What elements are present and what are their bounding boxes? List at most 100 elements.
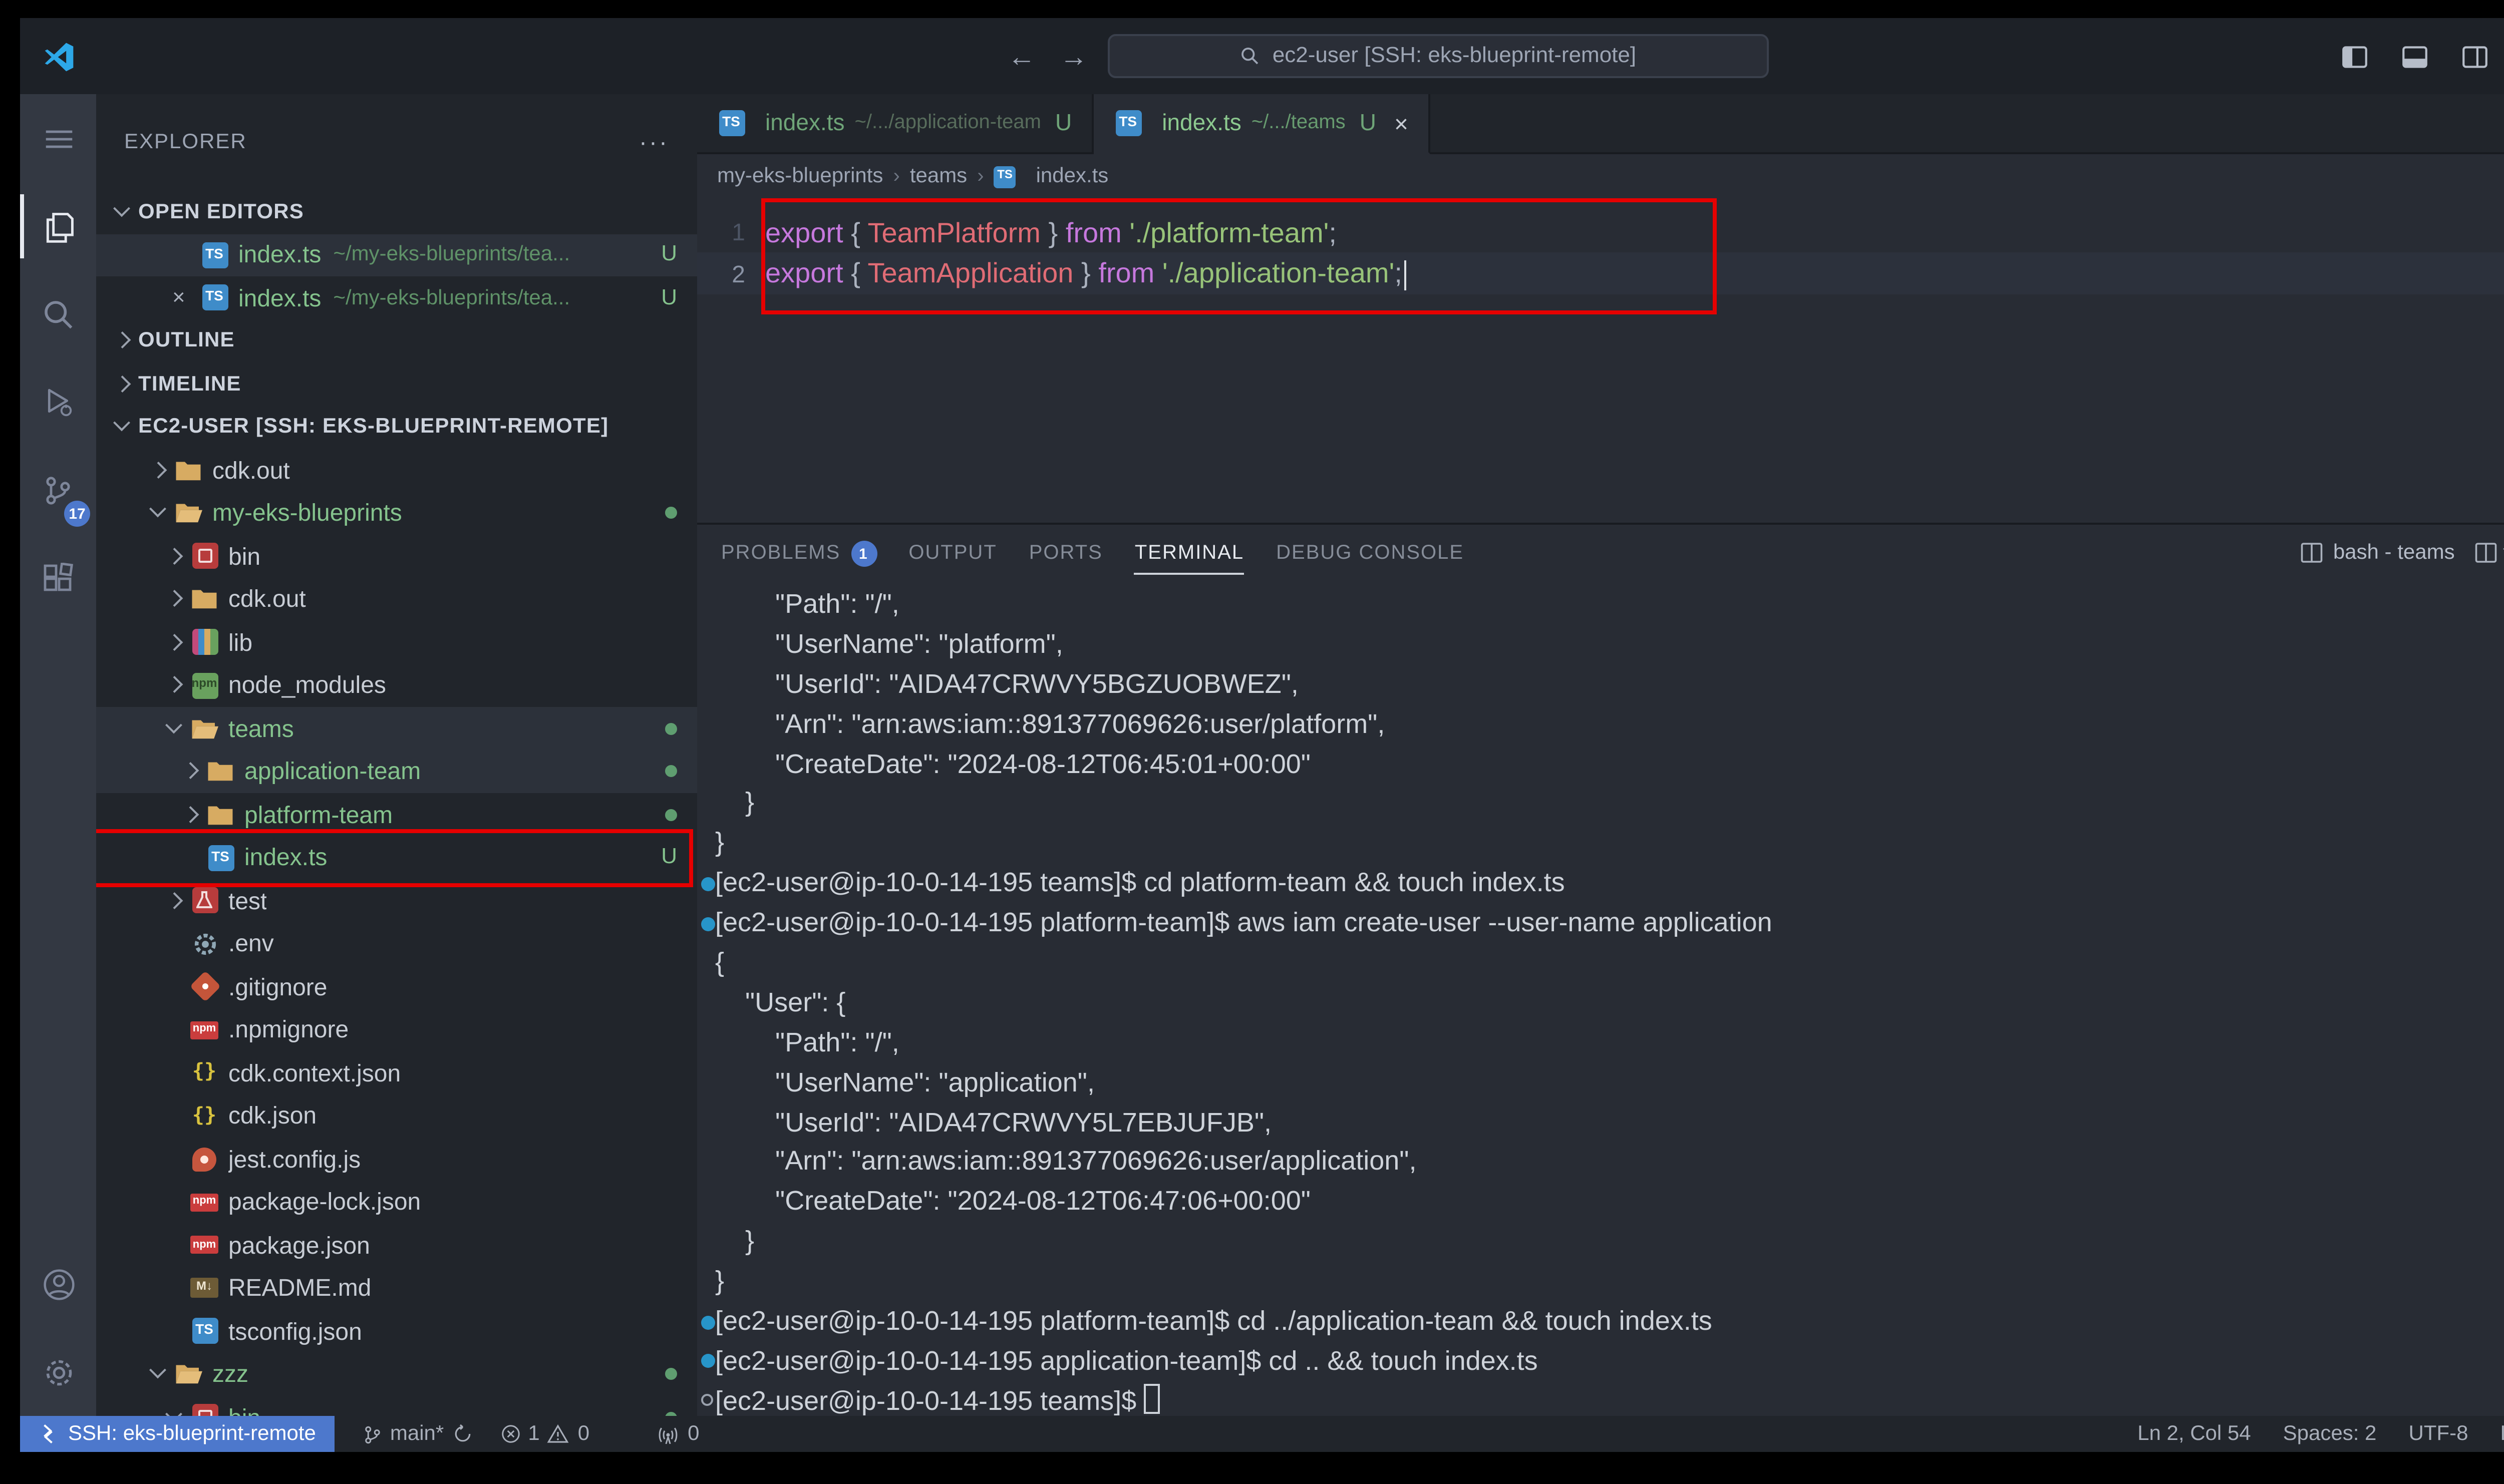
tree-item-tsconfig[interactable]: TStsconfig.json — [96, 1310, 697, 1353]
tree-item-jest-config[interactable]: jest.config.js — [96, 1138, 697, 1181]
problems-indicator[interactable]: 1 0 — [500, 1422, 589, 1446]
split-terminal-icon[interactable] — [2475, 541, 2504, 565]
branch-indicator[interactable]: main* — [362, 1422, 472, 1446]
command-success-decoration — [700, 1355, 714, 1369]
folder-icon — [206, 801, 234, 829]
tab-ports[interactable]: PORTS — [1029, 525, 1103, 581]
open-editor-item[interactable]: × TS index.ts ~/my-eks-blueprints/tea...… — [96, 276, 697, 319]
tree-item-cdk-out[interactable]: cdk.out — [96, 449, 697, 492]
section-timeline[interactable]: TIMELINE — [96, 362, 697, 406]
section-workspace[interactable]: EC2-USER [SSH: EKS-BLUEPRINT-REMOTE] — [96, 406, 697, 449]
typescript-file-icon: TS — [1114, 109, 1142, 137]
tree-item-application-team[interactable]: application-team — [96, 750, 697, 793]
tree-item-platform-team[interactable]: platform-team — [96, 793, 697, 836]
toggle-secondary-sidebar-icon[interactable] — [2444, 18, 2504, 94]
terminal-output[interactable]: "Path": "/", "UserName": "platform", "Us… — [697, 581, 2504, 1416]
modified-dot — [665, 1368, 677, 1380]
command-center-search[interactable]: ec2-user [SSH: eks-blueprint-remote] — [1108, 34, 1769, 78]
tab-index-ts-application-team[interactable]: TS index.ts ~/.../application-team U — [697, 94, 1094, 152]
typescript-file-icon: TS — [200, 241, 228, 269]
source-control-icon[interactable]: 17 — [20, 447, 96, 535]
breadcrumb-item[interactable]: teams — [910, 164, 967, 188]
tree-item-package-json[interactable]: npmpackage.json — [96, 1224, 697, 1267]
nav-forward-icon[interactable]: → — [1060, 40, 1088, 72]
sync-icon — [452, 1424, 472, 1444]
warning-icon — [548, 1424, 570, 1444]
open-editor-item[interactable]: TS index.ts ~/my-eks-blueprints/tea... U — [96, 233, 697, 276]
explorer-more-actions-icon[interactable]: ··· — [639, 128, 669, 156]
tree-item-env[interactable]: .env — [96, 922, 697, 965]
breadcrumb-separator-icon: › — [977, 165, 984, 187]
tree-item-gitignore[interactable]: .gitignore — [96, 965, 697, 1008]
tree-item-cdk-json[interactable]: {}cdk.json — [96, 1094, 697, 1138]
modified-dot — [665, 809, 677, 821]
toggle-panel-icon[interactable] — [2384, 18, 2444, 94]
problems-badge: 1 — [850, 540, 876, 566]
tab-debug-console[interactable]: DEBUG CONSOLE — [1276, 525, 1464, 581]
tree-item-lib[interactable]: lib — [96, 621, 697, 664]
json-file-icon: {} — [190, 1059, 218, 1087]
tree-item-my-eks-blueprints[interactable]: my-eks-blueprints — [96, 492, 697, 535]
encoding[interactable]: UTF-8 — [2408, 1422, 2468, 1446]
tab-problems[interactable]: PROBLEMS1 — [721, 525, 876, 581]
editor-tab-bar: TS index.ts ~/.../application-team U TS … — [697, 94, 2504, 154]
folder-open-icon — [174, 499, 202, 527]
folder-icon — [190, 585, 218, 613]
tree-item-readme[interactable]: M↓README.md — [96, 1267, 697, 1310]
extensions-icon[interactable] — [20, 535, 96, 623]
explorer-icon[interactable] — [20, 182, 96, 270]
section-outline[interactable]: OUTLINE — [96, 319, 697, 362]
close-icon[interactable]: × — [172, 286, 185, 310]
npm-file-icon: npm — [190, 1016, 218, 1044]
section-open-editors[interactable]: OPEN EDITORS — [96, 190, 697, 233]
ports-indicator[interactable]: 0 — [658, 1422, 699, 1446]
tree-item-zzz[interactable]: zzz — [96, 1353, 697, 1396]
tab-output[interactable]: OUTPUT — [908, 525, 997, 581]
folder-icon — [174, 456, 202, 484]
tree-item-index-ts[interactable]: TS index.ts U — [96, 836, 697, 879]
menu-icon[interactable] — [20, 94, 96, 182]
jest-file-icon — [190, 1145, 218, 1173]
remote-indicator[interactable]: SSH: eks-blueprint-remote — [20, 1416, 334, 1452]
tab-index-ts-teams[interactable]: TS index.ts ~/.../teams U × — [1094, 94, 1430, 154]
modified-dot — [665, 1411, 677, 1416]
modified-dot — [665, 507, 677, 519]
breadcrumb-separator-icon: › — [893, 165, 899, 187]
command-success-decoration — [700, 1315, 714, 1329]
remote-icon — [38, 1424, 58, 1444]
cursor-position[interactable]: Ln 2, Col 54 — [2137, 1422, 2251, 1446]
lib-folder-icon — [190, 628, 218, 656]
untracked-badge: U — [661, 243, 677, 267]
nav-back-icon[interactable]: ← — [1008, 40, 1036, 72]
tree-item-npmignore[interactable]: npm.npmignore — [96, 1008, 697, 1051]
modified-dot — [665, 722, 677, 734]
tree-item-teams[interactable]: teams — [96, 707, 697, 750]
breadcrumb-item[interactable]: my-eks-blueprints — [717, 164, 883, 188]
npm-file-icon: npm — [190, 1188, 218, 1216]
tree-item-cdk-context-json[interactable]: {}cdk.context.json — [96, 1051, 697, 1094]
close-tab-icon[interactable]: × — [1394, 109, 1408, 137]
breadcrumb[interactable]: my-eks-blueprints › teams › TS index.ts — [697, 154, 2504, 198]
search-icon[interactable] — [20, 270, 96, 358]
eol[interactable]: LF — [2500, 1422, 2504, 1446]
tab-terminal[interactable]: TERMINAL — [1135, 525, 1244, 581]
tree-item-cdk-out-2[interactable]: cdk.out — [96, 578, 697, 621]
git-file-icon — [190, 973, 218, 1001]
bin-folder-icon — [190, 1403, 218, 1416]
tree-item-bin[interactable]: bin — [96, 535, 697, 578]
code-editor[interactable]: 1 export { TeamPlatform } from './platfo… — [697, 198, 2504, 523]
run-debug-icon[interactable] — [20, 358, 96, 447]
indentation[interactable]: Spaces: 2 — [2283, 1422, 2377, 1446]
untracked-badge: U — [661, 846, 677, 870]
vscode-window: ← → ec2-user [SSH: eks-blueprint-remote]… — [0, 0, 2504, 1484]
tree-item-zzz-bin[interactable]: bin — [96, 1396, 697, 1416]
breadcrumb-item[interactable]: index.ts — [1036, 164, 1109, 188]
terminal-instance-label[interactable]: bash - teams — [2299, 541, 2455, 565]
settings-gear-icon[interactable] — [20, 1328, 96, 1416]
account-icon[interactable] — [20, 1240, 96, 1328]
tree-item-package-lock[interactable]: npmpackage-lock.json — [96, 1181, 697, 1224]
tree-item-test[interactable]: test — [96, 879, 697, 922]
command-success-decoration — [700, 917, 714, 931]
toggle-sidebar-icon[interactable] — [2324, 18, 2384, 94]
tree-item-node-modules[interactable]: npmnode_modules — [96, 664, 697, 707]
